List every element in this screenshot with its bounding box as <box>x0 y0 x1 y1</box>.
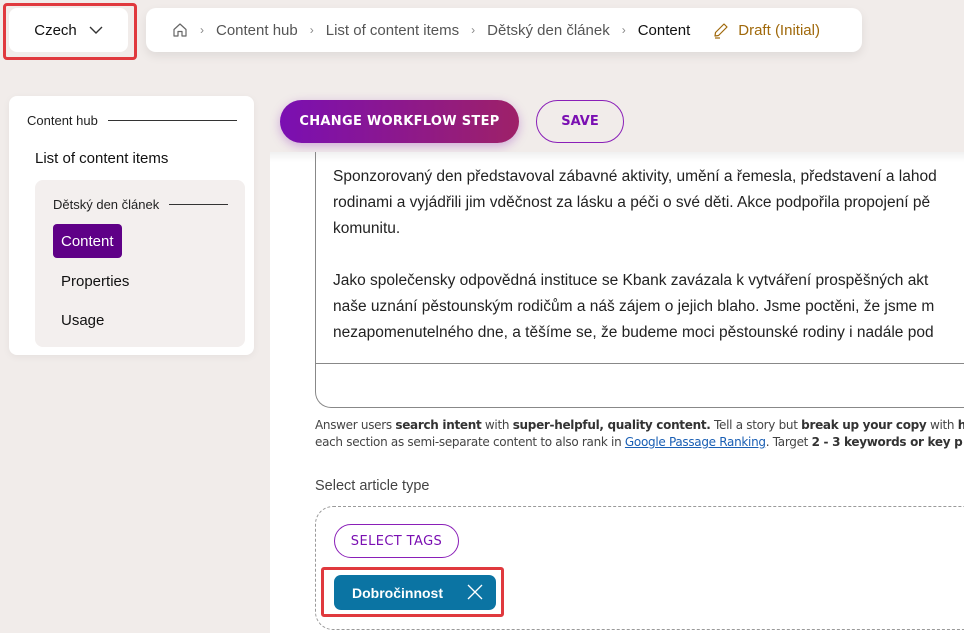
breadcrumb: › Content hub › List of content items › … <box>146 8 862 52</box>
breadcrumb-separator: › <box>471 23 476 37</box>
editor-paragraph: Sponzorovaný den představoval zábavné ak… <box>333 164 964 242</box>
hint-bold: 2 - 3 keywords or key p <box>811 435 963 449</box>
text-line: Jako společensky odpovědná instituce se … <box>333 272 929 289</box>
language-selector[interactable]: Czech <box>9 8 128 52</box>
workflow-status-label: Draft (Initial) <box>738 21 820 39</box>
divider <box>169 204 228 205</box>
breadcrumb-separator: › <box>621 23 626 37</box>
sidebar-item-usage[interactable]: Usage <box>53 303 112 337</box>
main-content: CHANGE WORKFLOW STEP SAVE Sponzorovaný d… <box>270 96 964 633</box>
seo-hint: Answer users search intent with super-he… <box>315 417 964 451</box>
pencil-icon <box>714 23 728 39</box>
chevron-down-icon <box>89 26 103 34</box>
workflow-status: Draft (Initial) <box>712 21 820 39</box>
text-line: komunitu. <box>333 220 401 237</box>
breadcrumb-content-hub[interactable]: Content hub <box>216 22 298 39</box>
editor-footer-divider <box>316 363 964 364</box>
sidebar-item-properties[interactable]: Properties <box>53 264 137 298</box>
text-line: nezapomenutelného dne, a těšíme se, že b… <box>333 324 934 341</box>
rich-text-editor[interactable]: Sponzorovaný den představoval zábavné ak… <box>315 152 964 408</box>
hint-text: with <box>926 418 958 432</box>
page: Czech › Content hub › List of content it… <box>0 0 964 633</box>
select-tags-button[interactable]: SELECT TAGS <box>334 524 459 558</box>
sidebar-item-content[interactable]: Content <box>53 224 122 258</box>
text-line: Sponzorovaný den představoval zábavné ak… <box>333 168 937 185</box>
sidebar: Content hub List of content items Dětský… <box>9 96 254 355</box>
tag-label: Dobročinnost <box>352 584 443 601</box>
sidebar-item-list-of-content-items[interactable]: List of content items <box>35 150 168 167</box>
hint-text: Answer users <box>315 418 396 432</box>
hint-text: each section as semi-separate content to… <box>315 435 625 449</box>
breadcrumb-list-of-content-items[interactable]: List of content items <box>326 22 459 39</box>
sidebar-group-title-text: Content hub <box>27 113 98 128</box>
hint-text: with <box>481 418 513 432</box>
hint-text: Tell a story but <box>710 418 802 432</box>
hint-text: . Target <box>765 435 812 449</box>
sidebar-group-title: Content hub <box>27 113 237 128</box>
hint-bold: break up your copy <box>801 418 927 432</box>
sidebar-subsection-title: Dětský den článek <box>53 197 228 212</box>
close-icon[interactable] <box>466 583 484 601</box>
hint-bold: super-helpful, quality content. <box>512 418 711 432</box>
article-type-tags-box: SELECT TAGS Dobročinnost <box>315 506 964 630</box>
change-workflow-step-button[interactable]: CHANGE WORKFLOW STEP <box>280 100 519 143</box>
breadcrumb-article[interactable]: Dětský den článek <box>487 22 610 39</box>
home-icon[interactable] <box>172 22 188 38</box>
google-passage-ranking-link[interactable]: Google Passage Ranking <box>625 435 766 449</box>
breadcrumb-separator: › <box>309 23 314 37</box>
hint-bold: search intent <box>395 418 482 432</box>
divider <box>107 120 237 121</box>
breadcrumb-separator: › <box>200 23 204 37</box>
article-type-label: Select article type <box>315 478 430 494</box>
tag-chip: Dobročinnost <box>334 575 496 610</box>
sidebar-subsection: Dětský den článek Content Properties Usa… <box>35 180 245 347</box>
editor-paragraph: Jako společensky odpovědná instituce se … <box>333 268 964 346</box>
save-button[interactable]: SAVE <box>536 100 624 143</box>
text-line: naše uznání pěstounským rodičům a náš zá… <box>333 298 935 315</box>
text-line: rodinami a vyjádřili jim vděčnost za lás… <box>333 194 931 211</box>
language-selector-value: Czech <box>34 21 77 39</box>
hint-bold: hea <box>957 418 964 432</box>
breadcrumb-current: Content <box>637 21 691 39</box>
sidebar-subsection-title-text: Dětský den článek <box>53 197 160 212</box>
editor-body[interactable]: Sponzorovaný den představoval zábavné ak… <box>333 164 964 372</box>
